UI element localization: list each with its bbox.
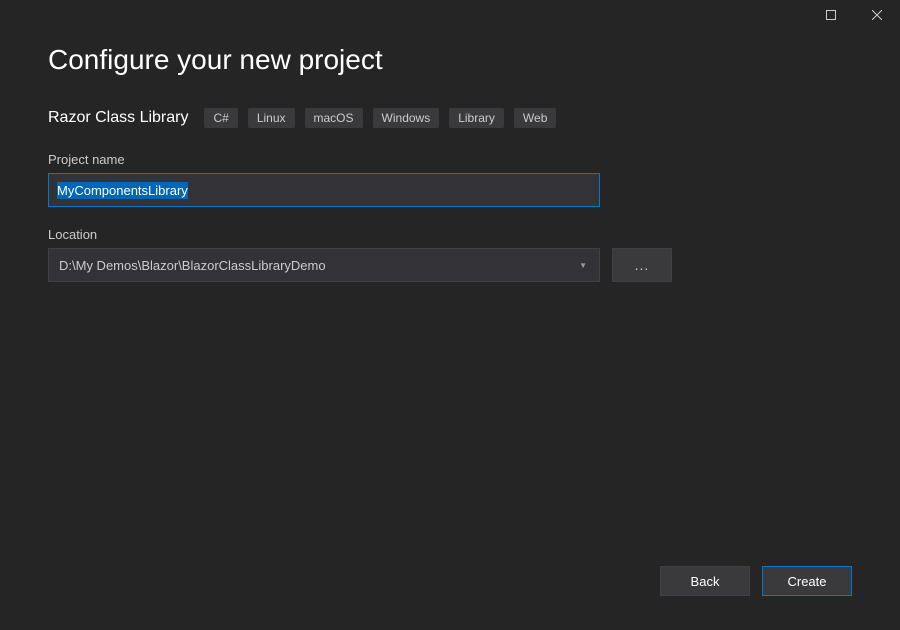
template-tag: Library <box>449 108 504 128</box>
create-label: Create <box>787 574 826 589</box>
back-label: Back <box>691 574 720 589</box>
template-row: Razor Class Library C# Linux macOS Windo… <box>48 108 852 128</box>
template-tag: macOS <box>305 108 363 128</box>
browse-button[interactable]: ... <box>612 248 672 282</box>
maximize-icon <box>826 10 836 20</box>
create-button[interactable]: Create <box>762 566 852 596</box>
maximize-button[interactable] <box>808 0 854 30</box>
project-name-input[interactable]: MyComponentsLibrary <box>48 173 600 207</box>
project-name-value: MyComponentsLibrary <box>57 182 188 199</box>
template-tag: Web <box>514 108 556 128</box>
template-name: Razor Class Library <box>48 109 188 127</box>
project-name-label: Project name <box>48 152 852 167</box>
template-tag: Linux <box>248 108 295 128</box>
location-label: Location <box>48 227 852 242</box>
page-title: Configure your new project <box>48 44 852 76</box>
chevron-down-icon: ▼ <box>579 261 587 270</box>
location-dropdown[interactable]: D:\My Demos\Blazor\BlazorClassLibraryDem… <box>48 248 600 282</box>
close-button[interactable] <box>854 0 900 30</box>
close-icon <box>872 10 882 20</box>
location-value: D:\My Demos\Blazor\BlazorClassLibraryDem… <box>59 258 326 273</box>
back-button[interactable]: Back <box>660 566 750 596</box>
browse-label: ... <box>635 257 650 273</box>
template-tag: C# <box>204 108 237 128</box>
template-tag: Windows <box>373 108 440 128</box>
